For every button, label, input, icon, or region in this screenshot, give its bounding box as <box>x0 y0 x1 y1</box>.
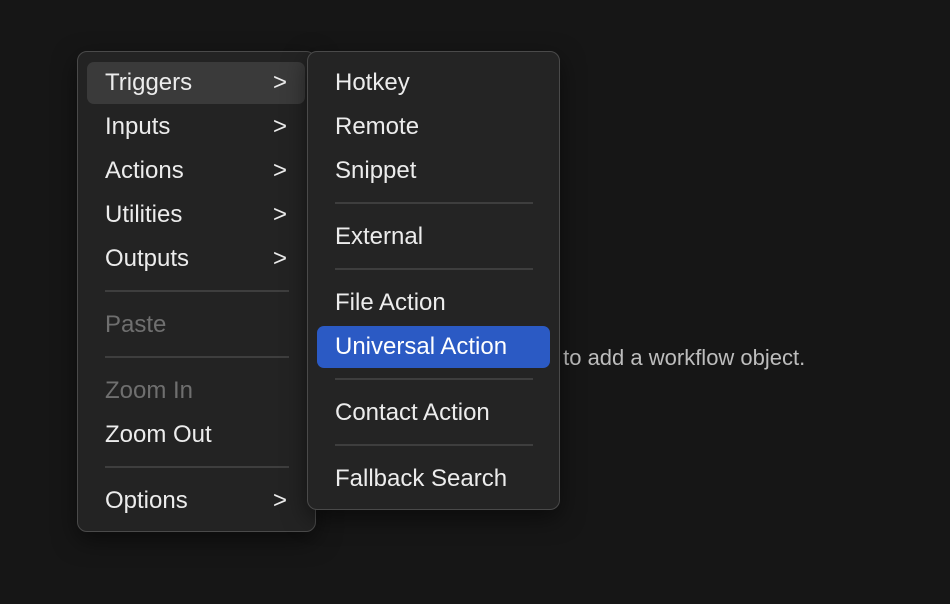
menu-item-options[interactable]: Options > <box>87 480 305 522</box>
submenu-item-external[interactable]: External <box>317 216 550 258</box>
menu-item-label: Utilities <box>105 201 183 228</box>
submenu-item-contact-action[interactable]: Contact Action <box>317 392 550 434</box>
submenu-item-hotkey[interactable]: Hotkey <box>317 62 550 104</box>
chevron-right-icon: > <box>272 157 287 184</box>
submenu-item-fallback-search[interactable]: Fallback Search <box>317 458 550 500</box>
menu-item-label: Inputs <box>105 113 171 140</box>
chevron-right-icon: > <box>272 69 287 96</box>
menu-item-triggers[interactable]: Triggers > <box>87 62 305 104</box>
chevron-right-icon: > <box>272 113 287 140</box>
menu-item-zoom-in: Zoom In <box>105 377 194 404</box>
menu-item-paste: Paste <box>105 311 167 338</box>
menu-separator <box>335 378 533 380</box>
submenu-item-snippet[interactable]: Snippet <box>317 150 550 192</box>
menu-item-label: Options <box>105 487 188 514</box>
chevron-right-icon: > <box>272 201 287 228</box>
canvas-hint-text: ck to add a workflow object. <box>535 345 806 370</box>
chevron-right-icon: > <box>272 487 287 514</box>
menu-separator <box>335 202 533 204</box>
menu-separator <box>105 290 289 292</box>
menu-separator <box>335 444 533 446</box>
menu-item-inputs[interactable]: Inputs > <box>87 106 305 148</box>
submenu-item-remote[interactable]: Remote <box>317 106 550 148</box>
chevron-right-icon: > <box>272 245 287 272</box>
context-menu: Triggers > Inputs > Actions > Utilities > Ou… <box>77 51 316 532</box>
submenu-item-universal-action[interactable]: Universal Action <box>317 326 550 368</box>
submenu-item-file-action[interactable]: File Action <box>317 282 550 324</box>
menu-item-label: Outputs <box>105 245 190 272</box>
triggers-submenu: Hotkey Remote Snippet External File Acti… <box>307 51 560 510</box>
menu-item-utilities[interactable]: Utilities > <box>87 194 305 236</box>
menu-item-actions[interactable]: Actions > <box>87 150 305 192</box>
menu-item-label: Triggers <box>105 69 193 96</box>
menu-item-label: Actions <box>105 157 184 184</box>
menu-separator <box>105 466 289 468</box>
menu-item-zoom-out[interactable]: Zoom Out <box>87 414 305 456</box>
menu-item-outputs[interactable]: Outputs > <box>87 238 305 280</box>
menu-separator <box>105 356 289 358</box>
menu-separator <box>335 268 533 270</box>
